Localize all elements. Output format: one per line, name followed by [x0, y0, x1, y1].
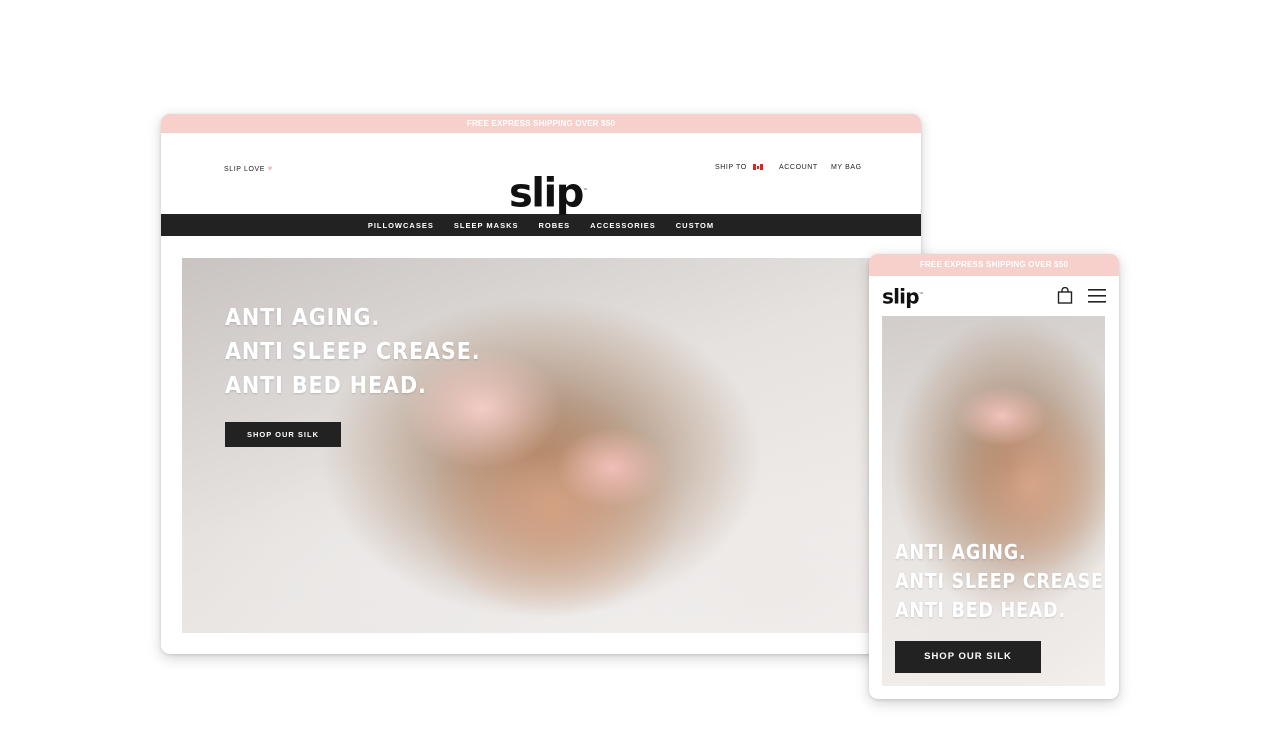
main-nav: PILLOWCASES SLEEP MASKS ROBES ACCESSORIE…	[161, 214, 921, 236]
trademark-mark: ™	[918, 292, 924, 298]
promo-banner: FREE EXPRESS SHIPPING OVER $50	[869, 254, 1119, 276]
ship-to-selector[interactable]: SHIP TO	[715, 164, 764, 171]
headline-line: ANTI AGING.	[225, 305, 381, 331]
brand-logo[interactable]: slip™	[509, 168, 588, 216]
desktop-mockup: FREE EXPRESS SHIPPING OVER $50 SLIP LOVE…	[161, 114, 921, 654]
nav-item-custom[interactable]: CUSTOM	[676, 221, 714, 230]
canada-flag-icon	[753, 164, 764, 171]
mobile-header: slip™	[869, 276, 1119, 316]
headline-line: ANTI AGING.	[895, 540, 1027, 564]
hero-image: ANTI AGING. ANTI SLEEP CREASE. ANTI BED …	[182, 258, 900, 633]
bag-icon[interactable]	[1057, 287, 1073, 304]
shop-our-silk-button[interactable]: SHOP OUR SILK	[225, 422, 341, 447]
promo-banner: FREE EXPRESS SHIPPING OVER $50	[161, 114, 921, 133]
headline-line: ANTI SLEEP CREASE.	[895, 569, 1105, 593]
nav-item-sleep-masks[interactable]: SLEEP MASKS	[454, 221, 519, 230]
mobile-mockup: FREE EXPRESS SHIPPING OVER $50 slip™ ANT…	[869, 254, 1119, 699]
hero-headline: ANTI AGING. ANTI SLEEP CREASE. ANTI BED …	[225, 301, 481, 403]
hero-headline: ANTI AGING. ANTI SLEEP CREASE. ANTI BED …	[895, 538, 1105, 625]
brand-logo[interactable]: slip™	[882, 283, 924, 309]
slip-love-link[interactable]: SLIP LOVE ♥	[224, 164, 273, 173]
nav-item-pillowcases[interactable]: PILLOWCASES	[368, 221, 434, 230]
menu-icon[interactable]	[1088, 289, 1106, 303]
slip-love-label: SLIP LOVE	[224, 166, 266, 173]
heart-icon: ♥	[267, 164, 273, 173]
account-link[interactable]: ACCOUNT	[779, 164, 818, 171]
hero-image: ANTI AGING. ANTI SLEEP CREASE. ANTI BED …	[882, 316, 1105, 686]
trademark-mark: ™	[582, 188, 588, 194]
ship-to-label: SHIP TO	[715, 164, 747, 171]
nav-item-accessories[interactable]: ACCESSORIES	[590, 221, 656, 230]
site-header: SLIP LOVE ♥ slip™ SHIP TO ACCOUNT MY BAG	[161, 133, 921, 216]
nav-item-robes[interactable]: ROBES	[538, 221, 570, 230]
headline-line: ANTI SLEEP CREASE.	[225, 339, 481, 365]
headline-line: ANTI BED HEAD.	[225, 373, 427, 399]
my-bag-link[interactable]: MY BAG	[831, 164, 862, 171]
headline-line: ANTI BED HEAD.	[895, 598, 1066, 622]
shop-our-silk-button[interactable]: SHOP OUR SILK	[895, 641, 1041, 673]
